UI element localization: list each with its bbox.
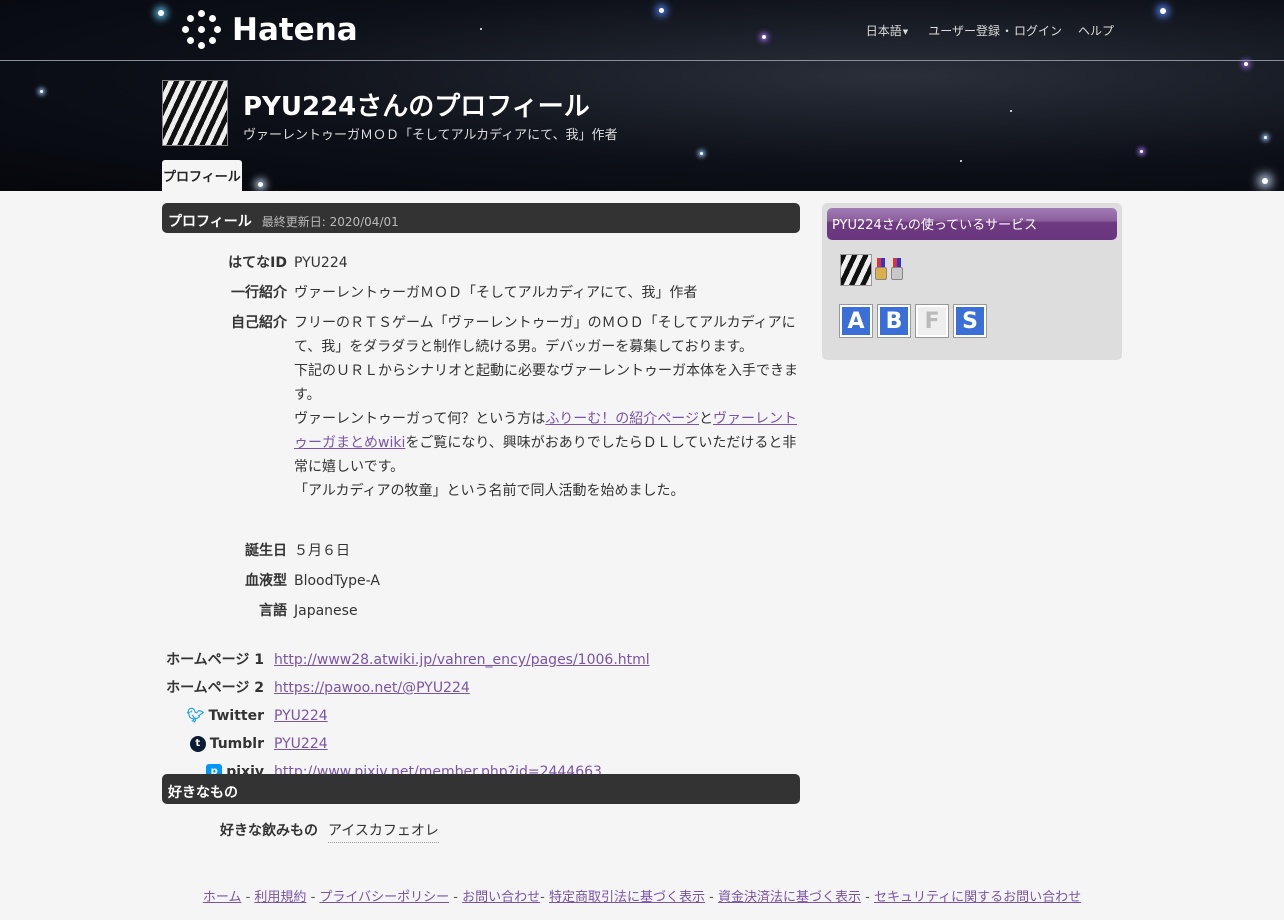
value-blood: BloodType-A	[294, 573, 380, 589]
services-badges	[840, 254, 904, 286]
intro-paragraph-1: フリーのＲＴＳゲーム「ヴァーレントゥーガ」のＭＯＤ「そしてアルカディアにて、我」…	[294, 315, 796, 355]
value-birthday: ５月６日	[294, 543, 350, 559]
hatena-logo[interactable]: Hatena	[182, 10, 358, 50]
footer-link-privacy[interactable]: プライバシーポリシー	[319, 890, 449, 905]
hatena-dots-icon	[182, 10, 222, 50]
tumblr-icon: t	[189, 736, 206, 752]
value-one-line: ヴァーレントゥーガＭＯＤ「そしてアルカディアにて、我」作者	[294, 285, 698, 301]
label-twitter: 🐦︎ Twitter	[187, 704, 264, 728]
label-homepage-1: ホームページ 1	[166, 652, 264, 668]
row-homepage-1: ホームページ 1 http://www28.atwiki.jp/vahren_e…	[162, 648, 800, 672]
label-hatena-id: はてなID	[228, 255, 287, 271]
page-subtitle: ヴァーレントゥーガＭＯＤ「そしてアルカディアにて、我」作者	[243, 128, 618, 143]
homepage-1-link[interactable]: http://www28.atwiki.jp/vahren_ency/pages…	[274, 648, 650, 672]
mini-avatar[interactable]	[840, 254, 872, 286]
label-favorite-drink: 好きな飲みもの	[220, 823, 318, 839]
profile-section-heading: プロフィール 最終更新日: 2020/04/01	[162, 203, 800, 233]
silver-medal-icon[interactable]	[890, 258, 904, 282]
help-link[interactable]: ヘルプ	[1078, 22, 1114, 39]
row-tumblr: t Tumblr PYU224	[162, 732, 800, 756]
tumblr-link[interactable]: PYU224	[274, 732, 328, 756]
label-homepage-2: ホームページ 2	[166, 680, 264, 696]
register-link[interactable]: ユーザー登録	[928, 22, 1000, 39]
intro-paragraph-4: 「アルカディアの牧童」という名前で同人活動を始めました。	[294, 483, 685, 499]
label-birthday: 誕生日	[245, 543, 287, 559]
global-nav: 日本語▼ ユーザー登録 ・ ログイン ヘルプ	[866, 22, 1114, 39]
nav-separator: ・	[1000, 24, 1013, 38]
hatena-antenna-icon[interactable]: A	[840, 305, 872, 337]
language-selector[interactable]: 日本語▼	[866, 22, 908, 39]
hatena-bookmark-icon[interactable]: B	[878, 305, 910, 337]
value-favorite-drink: アイスカフェオレ	[328, 820, 439, 843]
intro-text: ヴァーレントゥーガって何？という方は	[294, 411, 546, 427]
label-language: 言語	[259, 603, 287, 619]
footer-link-home[interactable]: ホーム	[203, 890, 242, 905]
hatena-star-icon[interactable]: S	[954, 305, 986, 337]
twitter-icon: 🐦︎	[186, 708, 205, 724]
zebra-image	[163, 81, 227, 145]
twitter-label: Twitter	[208, 708, 264, 724]
freem-link[interactable]: ふりーむ！の紹介ページ	[545, 411, 699, 427]
twitter-link[interactable]: PYU224	[274, 704, 328, 728]
language-label: 日本語	[865, 24, 902, 38]
value-hatena-id: PYU224	[294, 255, 348, 271]
profile-avatar[interactable]	[162, 80, 228, 146]
footer: ホーム - 利用規約 - プライバシーポリシー - お問い合わせ- 特定商取引法…	[0, 886, 1284, 905]
row-homepage-2: ホームページ 2 https://pawoo.net/@PYU224	[162, 676, 800, 700]
profile-main: プロフィール 最終更新日: 2020/04/01 はてなID PYU224 一行紹…	[162, 203, 800, 780]
footer-sep: -	[306, 890, 320, 905]
gold-medal-icon[interactable]	[874, 258, 888, 282]
globalnav-divider	[0, 60, 1284, 61]
footer-link-commerce[interactable]: 特定商取引法に基づく表示	[549, 890, 705, 905]
row-twitter: 🐦︎ Twitter PYU224	[162, 704, 800, 728]
homepage-2-link[interactable]: https://pawoo.net/@PYU224	[274, 676, 470, 700]
last-updated: 最終更新日: 2020/04/01	[261, 215, 399, 229]
profile-header: Hatena 日本語▼ ユーザー登録 ・ ログイン ヘルプ PYU224さんのプ…	[0, 0, 1284, 191]
footer-sep: -	[704, 890, 718, 905]
services-list: A B F S	[840, 305, 986, 337]
intro-paragraph-2: 下記のＵＲＬからシナリオと起動に必要なヴァーレントゥーガ本体を入手できます。	[294, 363, 798, 403]
section-title: プロフィール	[168, 214, 252, 230]
footer-link-contact[interactable]: お問い合わせ	[462, 890, 540, 905]
intro-paragraph-3: ヴァーレントゥーガって何？という方はふりーむ！の紹介ページとヴァーレントゥーガま…	[294, 407, 800, 479]
label-blood: 血液型	[245, 573, 287, 589]
footer-sep: -	[241, 890, 255, 905]
intro-text: と	[699, 411, 714, 427]
value-language: Japanese	[294, 603, 358, 619]
logo-text: Hatena	[232, 12, 358, 48]
hatena-fotolife-icon[interactable]: F	[916, 305, 948, 337]
footer-sep: -	[449, 890, 463, 905]
page-title: PYU224さんのプロフィール	[243, 92, 590, 122]
tab-profile[interactable]: プロフィール	[162, 160, 242, 191]
services-heading: PYU224さんの使っているサービス	[827, 208, 1117, 240]
footer-link-payment[interactable]: 資金決済法に基づく表示	[718, 890, 861, 905]
footer-link-terms[interactable]: 利用規約	[254, 890, 306, 905]
footer-sep: -	[540, 890, 549, 905]
footer-sep: -	[860, 890, 874, 905]
likes-section-heading: 好きなもの	[162, 774, 800, 804]
label-intro: 自己紹介	[231, 315, 287, 331]
value-intro: フリーのＲＴＳゲーム「ヴァーレントゥーガ」のＭＯＤ「そしてアルカディアにて、我」…	[294, 311, 800, 503]
caret-down-icon: ▼	[902, 27, 909, 36]
label-one-line: 一行紹介	[231, 285, 287, 301]
footer-link-security[interactable]: セキュリティに関するお問い合わせ	[874, 890, 1081, 905]
label-tumblr: t Tumblr	[189, 732, 264, 756]
services-sidebar: PYU224さんの使っているサービス A B F S	[822, 203, 1122, 360]
zebra-image	[841, 255, 871, 285]
login-link[interactable]: ログイン	[1014, 22, 1062, 39]
tumblr-label: Tumblr	[209, 736, 264, 752]
